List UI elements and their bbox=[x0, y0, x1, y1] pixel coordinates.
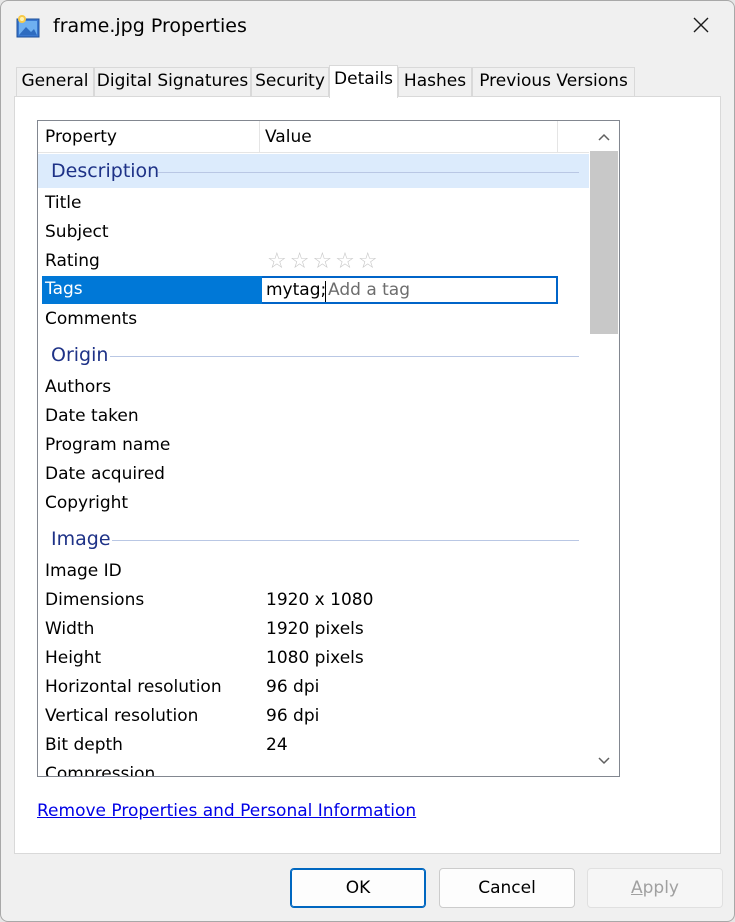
list-header: Property Value bbox=[38, 121, 590, 153]
property-subject[interactable]: Subject bbox=[45, 222, 109, 242]
property-horizontal-resolution[interactable]: Horizontal resolution bbox=[45, 677, 222, 697]
value-width: 1920 pixels bbox=[266, 619, 364, 639]
scroll-down-button[interactable] bbox=[589, 749, 619, 771]
apply-label: pply bbox=[642, 878, 679, 898]
property-vertical-resolution[interactable]: Vertical resolution bbox=[45, 706, 198, 726]
group-label: Image bbox=[51, 528, 111, 550]
rating-stars[interactable]: ☆☆☆☆☆ bbox=[267, 249, 381, 274]
tab-general[interactable]: General bbox=[16, 67, 94, 97]
chevron-down-icon bbox=[598, 750, 610, 770]
remove-properties-link[interactable]: Remove Properties and Personal Informati… bbox=[37, 801, 416, 821]
property-image-id[interactable]: Image ID bbox=[45, 561, 122, 581]
title-bar: frame.jpg Properties bbox=[1, 1, 734, 57]
column-divider[interactable] bbox=[259, 121, 260, 153]
value-vertical-resolution: 96 dpi bbox=[266, 706, 320, 726]
group-divider-line bbox=[112, 540, 579, 541]
tags-placeholder: Add a tag bbox=[328, 280, 411, 300]
property-date-acquired[interactable]: Date acquired bbox=[45, 464, 165, 484]
chevron-up-icon bbox=[598, 126, 610, 146]
column-divider[interactable] bbox=[557, 121, 558, 153]
group-divider-line bbox=[158, 172, 579, 173]
property-authors[interactable]: Authors bbox=[45, 377, 111, 397]
text-caret bbox=[325, 281, 326, 302]
value-horizontal-resolution: 96 dpi bbox=[266, 677, 320, 697]
apply-accelerator: A bbox=[630, 878, 643, 898]
selection-highlight: Tags bbox=[42, 276, 262, 304]
group-origin[interactable]: Origin bbox=[38, 338, 589, 372]
group-description[interactable]: Description bbox=[38, 154, 589, 188]
image-file-icon bbox=[15, 13, 43, 41]
vertical-scrollbar[interactable] bbox=[589, 121, 619, 776]
property-compression[interactable]: Compression bbox=[45, 764, 155, 776]
property-tags: Tags bbox=[45, 279, 83, 299]
close-icon bbox=[693, 17, 709, 38]
property-comments[interactable]: Comments bbox=[45, 309, 137, 329]
scroll-up-button[interactable] bbox=[589, 125, 619, 147]
column-header-property[interactable]: Property bbox=[45, 127, 117, 147]
value-bit-depth: 24 bbox=[266, 735, 288, 755]
properties-dialog: frame.jpg Properties General Digital Sig… bbox=[0, 0, 735, 922]
value-height: 1080 pixels bbox=[266, 648, 364, 668]
property-title[interactable]: Title bbox=[45, 193, 81, 213]
property-width[interactable]: Width bbox=[45, 619, 94, 639]
ok-button[interactable]: OK bbox=[290, 868, 426, 908]
value-dimensions: 1920 x 1080 bbox=[266, 590, 374, 610]
scrollbar-thumb[interactable] bbox=[590, 151, 618, 334]
property-date-taken[interactable]: Date taken bbox=[45, 406, 139, 426]
property-tags-row[interactable]: Tags mytag; Add a tag bbox=[42, 276, 558, 304]
apply-button[interactable]: Apply bbox=[587, 868, 723, 908]
column-header-value[interactable]: Value bbox=[265, 127, 312, 147]
property-dimensions[interactable]: Dimensions bbox=[45, 590, 144, 610]
close-button[interactable] bbox=[673, 7, 729, 47]
cancel-button[interactable]: Cancel bbox=[439, 868, 575, 908]
tab-digital-signatures[interactable]: Digital Signatures bbox=[94, 67, 251, 97]
tags-input[interactable]: mytag; Add a tag bbox=[262, 276, 558, 304]
group-divider-line bbox=[110, 356, 579, 357]
window-title: frame.jpg Properties bbox=[53, 15, 247, 37]
property-list[interactable]: Property Value Description Title Subject… bbox=[37, 120, 620, 777]
group-image[interactable]: Image bbox=[38, 522, 589, 556]
tags-value: mytag; bbox=[266, 280, 327, 300]
tab-security[interactable]: Security bbox=[251, 67, 329, 97]
group-label: Origin bbox=[51, 344, 109, 366]
group-label: Description bbox=[51, 160, 160, 182]
property-rating[interactable]: Rating bbox=[45, 251, 100, 271]
tab-details[interactable]: Details bbox=[329, 65, 398, 98]
tab-hashes[interactable]: Hashes bbox=[398, 67, 472, 97]
property-program-name[interactable]: Program name bbox=[45, 435, 170, 455]
property-bit-depth[interactable]: Bit depth bbox=[45, 735, 123, 755]
property-copyright[interactable]: Copyright bbox=[45, 493, 128, 513]
property-height[interactable]: Height bbox=[45, 648, 101, 668]
tab-previous-versions[interactable]: Previous Versions bbox=[472, 67, 635, 97]
